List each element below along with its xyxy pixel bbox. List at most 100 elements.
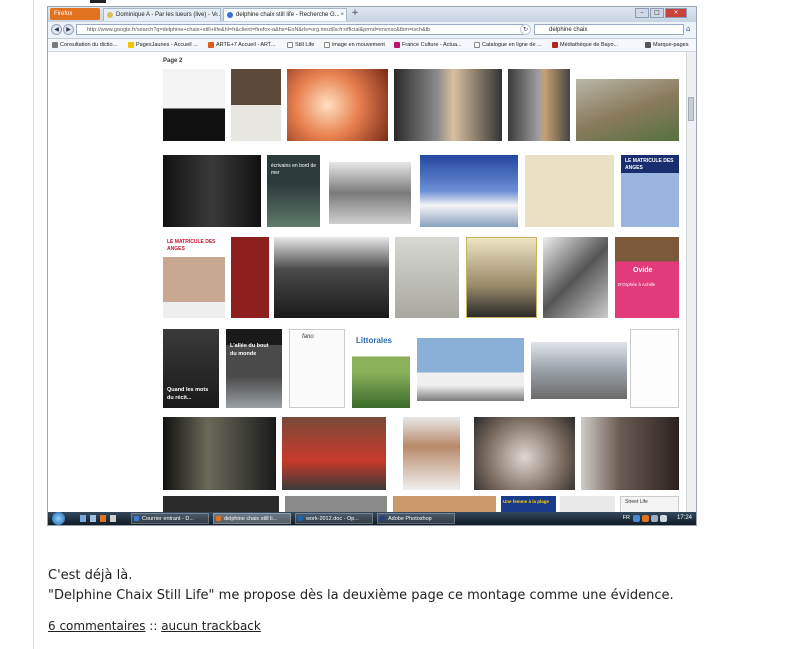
close-tab-icon[interactable]: × [214, 9, 218, 21]
image-thumbnail[interactable] [508, 69, 570, 141]
quicklaunch-icon[interactable] [110, 515, 116, 522]
image-thumbnail[interactable] [163, 417, 276, 490]
close-window-icon[interactable]: × [665, 8, 687, 18]
image-thumbnail[interactable]: écrivains en bord de mer [267, 155, 320, 227]
bookmark-item[interactable]: ARTE+7 Accueil - ART... [207, 40, 275, 50]
image-thumbnail[interactable]: L'allée du bout du monde [226, 329, 282, 408]
bookmark-item[interactable]: image en mouvement [323, 40, 385, 50]
image-thumbnail[interactable]: LE MATRICULE DES ANGES [163, 237, 225, 318]
bookmark-icon [552, 42, 558, 48]
back-arrow-icon[interactable]: ◀ [51, 24, 62, 35]
tab-dominique-a[interactable]: Dominique A - Par les lueurs (live) - V.… [103, 8, 221, 21]
quicklaunch-icon[interactable] [80, 515, 86, 522]
post-meta: 6 commentaires :: aucun trackback [48, 619, 261, 633]
bookmark-icon [394, 42, 400, 48]
thumbnail-caption: Une femme à la plage [503, 499, 550, 504]
close-tab-icon[interactable]: × [340, 9, 344, 21]
image-thumbnail[interactable] [466, 237, 537, 318]
image-thumbnail[interactable]: Ovide D'Orphée à Achille [615, 237, 679, 318]
bookmark-icon [52, 42, 58, 48]
image-thumbnail[interactable] [531, 342, 627, 399]
maximize-icon[interactable]: □ [650, 8, 664, 18]
url-bar[interactable]: http://www.google.fr/search?q=delphine+c… [76, 24, 526, 35]
bookmark-item[interactable]: France Culture - Actua... [393, 40, 462, 50]
taskbar-item-photoshop[interactable]: Adobe Photoshop [377, 513, 455, 524]
trackback-link[interactable]: aucun trackback [161, 619, 261, 633]
image-thumbnail[interactable]: Quand les mots du récit... [163, 329, 219, 408]
bookmark-item[interactable]: Catalogue en ligne de ... [473, 40, 542, 50]
taskbar-item-firefox[interactable]: delphine chaix still li... [213, 513, 291, 524]
reload-icon[interactable]: ↻ [520, 24, 531, 35]
post-text-line-1: C'est déjà là. [48, 568, 133, 583]
image-thumbnail[interactable] [287, 69, 388, 141]
tray-icon[interactable] [651, 515, 658, 522]
image-thumbnail[interactable]: fano [289, 329, 345, 408]
bookmark-icon [474, 42, 480, 48]
tab-favicon-icon [227, 12, 233, 18]
start-button[interactable] [52, 512, 65, 525]
tab-label: delphine chaix still life - Recherche G.… [236, 12, 340, 18]
image-thumbnail[interactable] [630, 329, 679, 408]
forward-arrow-icon[interactable]: ▶ [63, 24, 74, 35]
image-thumbnail[interactable] [417, 338, 524, 401]
image-thumbnail[interactable] [525, 155, 614, 227]
quicklaunch-icon[interactable] [90, 515, 96, 522]
photoshop-icon [380, 516, 385, 521]
image-thumbnail[interactable] [581, 417, 679, 490]
bookmark-item[interactable]: Consultation du dictio... [51, 40, 117, 50]
image-results-area: Page 2 écrivains en bord de mer LE MATRI… [48, 52, 696, 514]
image-thumbnail[interactable] [395, 237, 459, 318]
browser-tab-bar: Firefox Dominique A - Par les lueurs (li… [48, 7, 696, 23]
image-thumbnail[interactable] [282, 417, 386, 490]
bookmark-item[interactable]: Still Life [286, 40, 314, 50]
image-thumbnail[interactable] [394, 69, 502, 141]
scrollbar-thumb[interactable] [688, 97, 694, 121]
image-thumbnail[interactable] [231, 69, 281, 141]
left-border-line [33, 0, 34, 649]
new-tab-button[interactable]: + [349, 8, 361, 20]
tray-icon[interactable] [633, 515, 640, 522]
image-thumbnail[interactable] [163, 69, 225, 141]
firefox-menu-button[interactable]: Firefox [50, 8, 100, 20]
bookmark-icon [208, 42, 214, 48]
image-thumbnail[interactable] [231, 237, 269, 318]
bookmark-icon [645, 42, 651, 48]
image-thumbnail[interactable] [274, 237, 389, 318]
meta-separator: :: [149, 619, 158, 633]
top-decoration [90, 0, 106, 3]
bookmark-icon [128, 42, 134, 48]
thumbnail-caption: LE MATRICULE DES ANGES [625, 158, 674, 171]
bookmark-item[interactable]: Médiathèque de Bayo... [551, 40, 618, 50]
thumbnail-caption: écrivains en bord de mer [271, 163, 317, 176]
bookmark-item[interactable]: PagesJaunes - Accueil ... [127, 40, 198, 50]
image-thumbnail[interactable] [543, 237, 608, 318]
quicklaunch-icon[interactable] [100, 515, 106, 522]
taskbar-item-mail[interactable]: Courrier entrant - D... [131, 513, 209, 524]
comments-link[interactable]: 6 commentaires [48, 619, 145, 633]
vertical-scrollbar[interactable] [686, 52, 696, 514]
thumbnail-caption: du monde [230, 351, 257, 357]
taskbar-item-writer[interactable]: work-2012.doc - Op... [295, 513, 373, 524]
image-thumbnail[interactable] [474, 417, 575, 490]
image-thumbnail[interactable]: Littorales [352, 329, 410, 408]
language-indicator[interactable]: FR [623, 512, 630, 525]
image-thumbnail[interactable] [163, 155, 261, 227]
tray-icon[interactable] [642, 515, 649, 522]
volume-icon[interactable] [660, 515, 667, 522]
image-thumbnail[interactable] [576, 79, 679, 141]
tab-google-search[interactable]: delphine chaix still life - Recherche G.… [223, 8, 347, 21]
bookmark-item[interactable]: Marque-pages [644, 40, 688, 50]
home-icon[interactable]: ⌂ [686, 25, 694, 34]
search-bar[interactable]: delphine chaix [534, 24, 684, 35]
image-thumbnail[interactable] [403, 417, 460, 490]
thumbnail-caption: Ovide [633, 267, 653, 274]
image-thumbnail[interactable]: LE MATRICULE DES ANGES [621, 155, 679, 227]
post-text-line-2: "Delphine Chaix Still Life" me propose d… [48, 588, 674, 603]
firefox-icon [216, 516, 221, 521]
image-thumbnail[interactable] [329, 162, 411, 224]
tab-label: Dominique A - Par les lueurs (live) - V.… [116, 12, 221, 18]
image-thumbnail[interactable] [420, 155, 518, 227]
mail-icon [134, 516, 139, 521]
tab-favicon-icon [107, 12, 113, 18]
minimize-icon[interactable]: – [635, 8, 649, 18]
